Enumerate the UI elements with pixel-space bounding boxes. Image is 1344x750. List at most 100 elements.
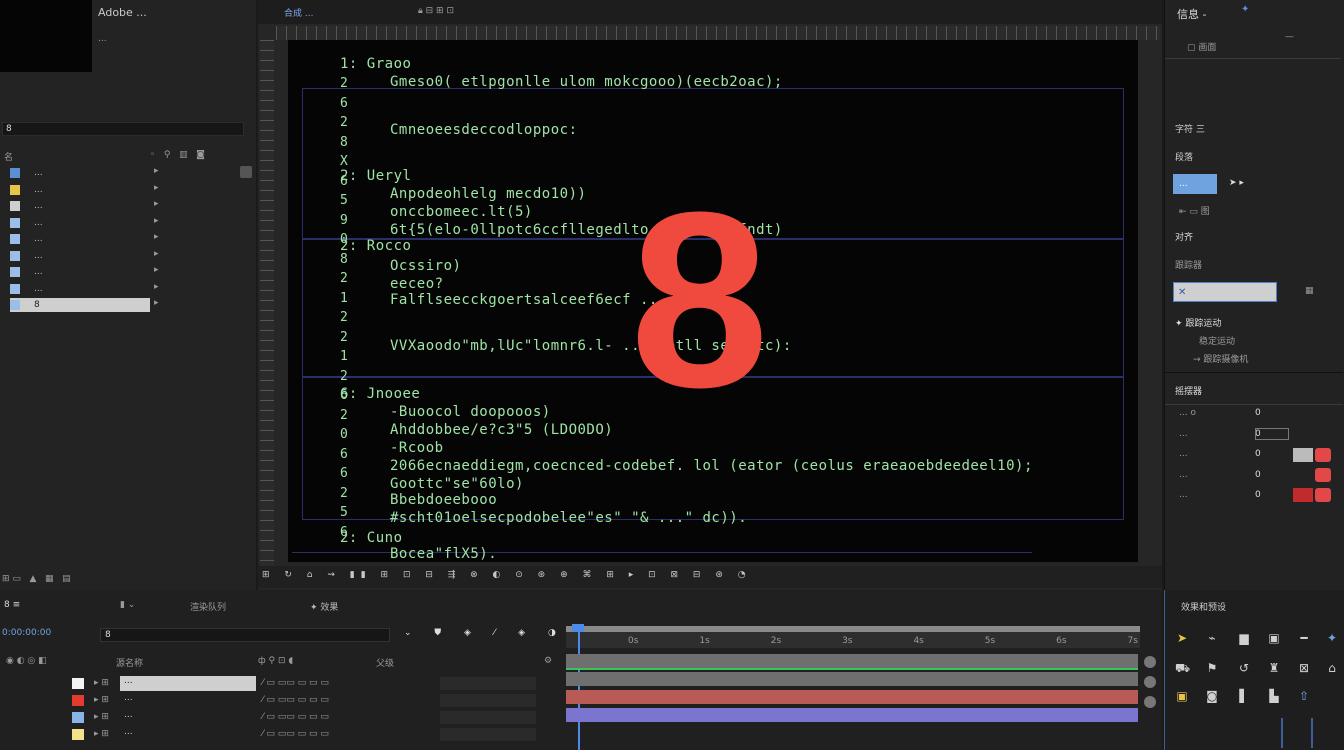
shield-icon[interactable] [1315, 448, 1331, 462]
property-value[interactable]: 0 [1255, 449, 1261, 459]
shield-icon[interactable] [1315, 488, 1331, 502]
playhead-handle[interactable] [572, 624, 584, 632]
layer-name[interactable]: ... [120, 676, 256, 691]
scroll-knob[interactable] [1144, 656, 1156, 668]
layer-color-label[interactable] [72, 695, 84, 706]
project-item[interactable]: 8 [10, 298, 150, 312]
timeline-switch-icons[interactable]: ⌄ ⛊ ◈ ⁄ ◈ ◑ [404, 628, 566, 638]
project-item[interactable]: ... [10, 232, 150, 246]
project-item[interactable]: ... [10, 265, 150, 279]
minus-icon[interactable]: ━ [1297, 632, 1311, 644]
effects-title[interactable]: 效果和预设 [1181, 600, 1226, 613]
car-icon[interactable]: ⛟ [1175, 662, 1190, 674]
layer-switches[interactable]: ⁄ ▭ ▭▭ ▭ ▭ ▭ [262, 712, 329, 722]
value-field[interactable]: ... [1173, 174, 1217, 194]
section-paragraph[interactable]: 段落 [1175, 150, 1193, 163]
playhead[interactable] [578, 626, 580, 750]
settings-icon[interactable]: ⚙ [544, 656, 552, 666]
viewer-toolbar-icons[interactable]: ⊞ ↻ ⌂ ⇝ ▮▮ ⊞ ⊡ ⊟ ⇶ ⊗ ◐ ⊙ ⊛ ⊕ ⌘ ⊞ ▸ ⊡ ⊠ ⊟… [262, 570, 752, 580]
timeline-tab[interactable]: 8 ≡ [4, 600, 20, 610]
folder-icon[interactable]: ➤ [1175, 632, 1189, 644]
lock-icon[interactable]: 🔒︎ ⊟ ⊞ ⊡ [418, 6, 454, 16]
parent-header[interactable]: 父级 [376, 656, 394, 669]
property-value[interactable]: 0 [1255, 490, 1261, 500]
project-item[interactable]: ... [10, 183, 150, 197]
project-name-column-header[interactable]: 名 [4, 150, 13, 163]
option-item[interactable]: 稳定运动 [1199, 334, 1235, 347]
layer-name[interactable]: ... [120, 710, 256, 725]
layer-row[interactable]: ▸ ⊞... ⁄ ▭ ▭▭ ▭ ▭ ▭ [0, 676, 560, 692]
layer-row[interactable]: ▸ ⊞... ⁄ ▭ ▭▭ ▭ ▭ ▭ [0, 693, 560, 709]
layer-switches[interactable]: ⁄ ▭ ▭▭ ▭ ▭ ▭ [262, 729, 329, 739]
project-search-input[interactable]: 8 [2, 122, 244, 136]
arrow-up-icon[interactable]: ⇧ [1297, 690, 1311, 702]
effect-tab[interactable]: ✦ 效果 [310, 600, 338, 613]
layer-switches[interactable]: ⁄ ▭ ▭▭ ▭ ▭ ▭ [262, 695, 329, 705]
project-item[interactable]: ... [10, 282, 150, 296]
layer-expand-icon[interactable]: ▸ ⊞ [94, 712, 109, 722]
project-item[interactable]: ... [10, 199, 150, 213]
box-icon[interactable]: ▣ [1175, 690, 1189, 702]
layer-duration-bar[interactable] [566, 672, 1138, 686]
time-ruler[interactable]: 0s 1s 2s 3s 4s 5s 6s 7s [566, 626, 1140, 648]
info-panel-header[interactable]: 信息 - [1177, 6, 1206, 22]
project-bottom-toolbar[interactable]: ⊞ ▭ ▲ ▦ ▤ [2, 574, 252, 584]
bus-icon[interactable]: ▣ [1267, 632, 1281, 644]
scroll-knob[interactable] [1144, 676, 1156, 688]
layer-duration-bar[interactable] [566, 654, 1138, 668]
layer-color-label[interactable] [72, 712, 84, 723]
move-tool-icon[interactable]: ⇤ ▭ 图 [1179, 204, 1210, 217]
layer-parent-select[interactable] [440, 711, 536, 724]
layer-row[interactable]: ▸ ⊞... ⁄ ▭ ▭▭ ▭ ▭ ▭ [0, 710, 560, 726]
color-swatch[interactable] [1293, 448, 1313, 462]
layer-duration-bar[interactable] [566, 708, 1138, 722]
flag-icon[interactable]: ⚑ [1205, 662, 1219, 674]
star-icon[interactable]: ✦ [1325, 632, 1339, 644]
bolt-icon[interactable]: ⌁ [1205, 632, 1219, 644]
layer-expand-icon[interactable]: ▸ ⊞ [94, 695, 109, 705]
timecode-display[interactable]: 0:00:00:00 [2, 628, 51, 638]
robot-icon[interactable]: ♜ [1267, 662, 1281, 674]
project-item[interactable]: ... [10, 166, 150, 180]
grid-icon[interactable]: ▦ [1305, 286, 1314, 296]
timeline-search-input[interactable]: 8 [100, 628, 390, 642]
project-scrollbar[interactable] [240, 166, 252, 178]
layer-duration-bar[interactable] [566, 690, 1138, 704]
color-swatch[interactable] [1293, 488, 1313, 502]
tray-icon[interactable]: ▙ [1267, 690, 1281, 702]
cancel-icon[interactable]: ⊠ [1297, 662, 1311, 674]
scroll-knob[interactable] [1144, 696, 1156, 708]
viewer-toolbar[interactable]: ⊞ ↻ ⌂ ⇝ ▮▮ ⊞ ⊡ ⊟ ⇶ ⊗ ◐ ⊙ ⊛ ⊕ ⌘ ⊞ ▸ ⊡ ⊠ ⊟… [258, 566, 1162, 588]
option-item[interactable]: ✦ 跟踪运动 [1175, 316, 1221, 329]
section-align[interactable]: 对齐 [1175, 230, 1193, 243]
plus-icon[interactable]: ✦ [1241, 4, 1249, 15]
cycle-icon[interactable]: ↺ [1237, 662, 1251, 674]
work-area-bar[interactable] [566, 626, 1140, 632]
layer-parent-select[interactable] [440, 694, 536, 707]
layer-color-label[interactable] [72, 729, 84, 740]
layer-parent-select[interactable] [440, 728, 536, 741]
layer-switches[interactable]: ⁄ ▭ ▭▭ ▭ ▭ ▭ [262, 678, 329, 688]
shield-icon[interactable] [1315, 468, 1331, 482]
arrow-right-icon[interactable]: ➤ ▸ [1229, 178, 1244, 188]
section-character[interactable]: 字符 三 [1175, 122, 1205, 135]
phone-icon[interactable]: ▌ [1237, 690, 1251, 702]
database-icon[interactable]: ◙ [1205, 690, 1219, 702]
property-value[interactable]: 0 [1255, 470, 1261, 480]
section-wiggler[interactable]: 摇摆器 [1175, 384, 1202, 397]
layer-row[interactable]: ▸ ⊞... ⁄ ▭ ▭▭ ▭ ▭ ▭ [0, 727, 560, 743]
render-queue-tab[interactable]: 渲染队列 [190, 600, 226, 613]
selection-dropdown[interactable]: ✕ [1173, 282, 1277, 302]
tab-composition[interactable]: 合成 ... [284, 6, 313, 19]
project-item[interactable]: ... [10, 216, 150, 230]
project-item[interactable]: ... [10, 249, 150, 263]
layer-name[interactable]: ... [120, 693, 256, 708]
section-tracker[interactable]: 跟踪器 [1175, 258, 1202, 271]
source-name-header[interactable]: 源名称 [116, 656, 143, 669]
property-value[interactable]: 0 [1255, 408, 1261, 418]
layer-expand-icon[interactable]: ▸ ⊞ [94, 729, 109, 739]
layer-parent-select[interactable] [440, 677, 536, 690]
document-icon[interactable]: ▆ [1237, 632, 1251, 644]
option-item[interactable]: → 跟踪摄像机 [1193, 352, 1248, 365]
layer-name[interactable]: ... [120, 727, 256, 742]
